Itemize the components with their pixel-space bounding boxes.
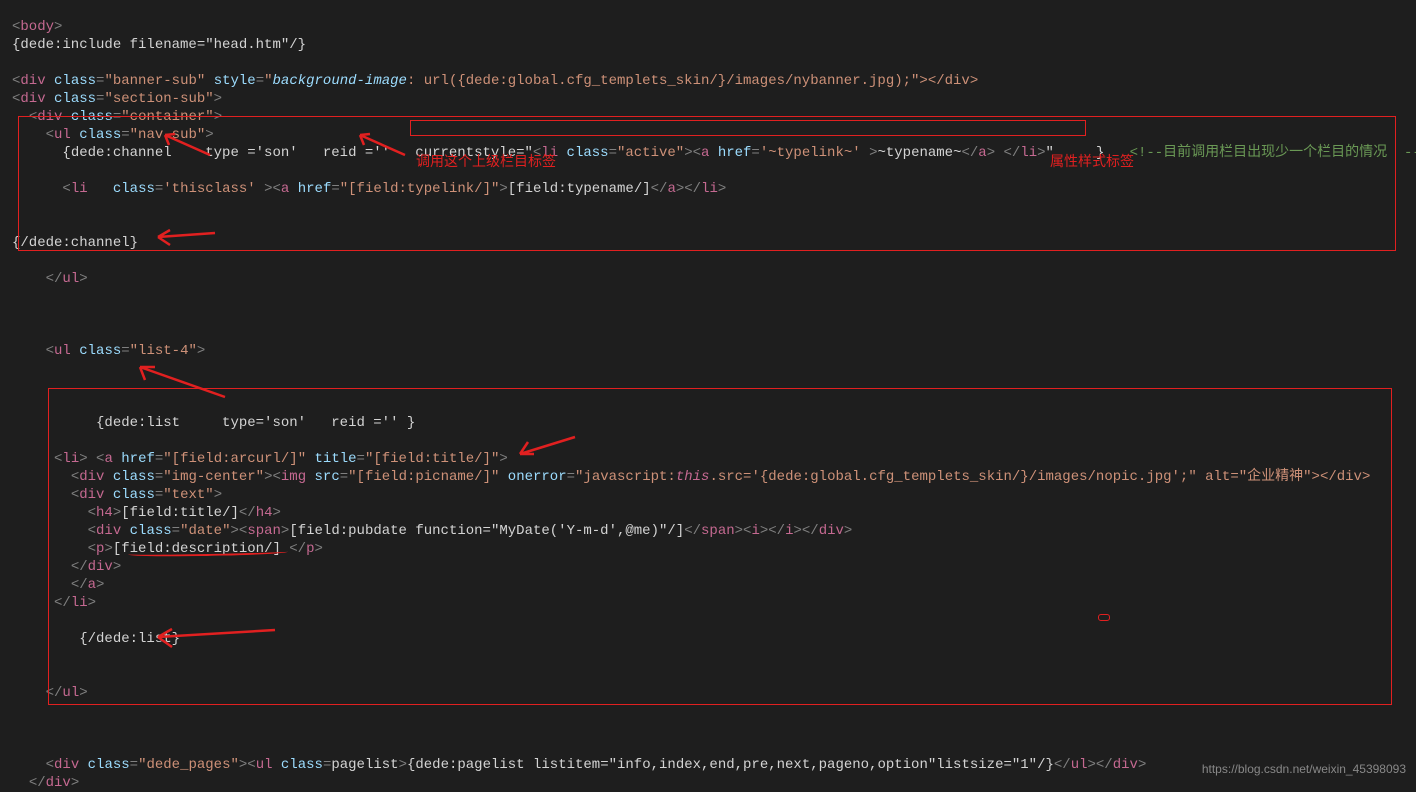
code-editor[interactable]: <body> {dede:include filename="head.htm"… <box>12 0 1416 792</box>
annotation-label-1: 调用这个上级栏目标签 <box>416 152 556 170</box>
watermark: https://blog.csdn.net/weixin_45398093 <box>1202 760 1406 778</box>
annotation-label-2: 属性样式标签 <box>1050 152 1134 170</box>
code-line: {/dede:list} <box>46 631 180 647</box>
code-line: {dede:include filename="head.htm"/} <box>12 37 306 53</box>
line-gutter <box>0 0 10 784</box>
code-comment: <!--目前调用栏目出现少一个栏目的情况 --> <box>1130 145 1416 161</box>
code-line: {dede:list type='son' reid ='' } <box>54 415 415 431</box>
code-line: {/dede:channel} <box>12 235 138 251</box>
cursor-mark <box>1098 614 1110 621</box>
